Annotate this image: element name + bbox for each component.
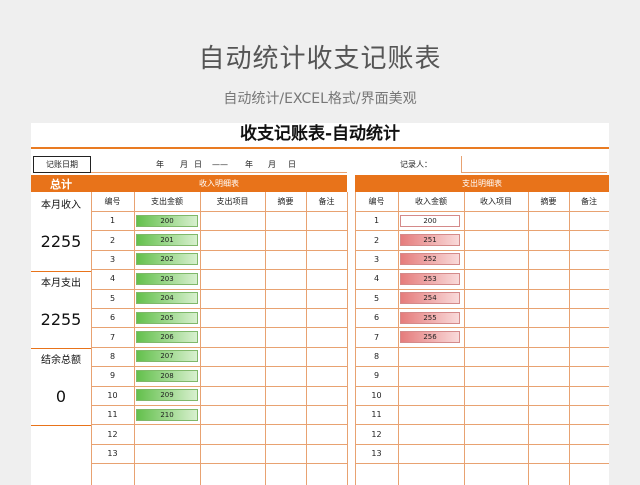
date-part: 年 (245, 160, 253, 169)
row-number: 1 (109, 216, 116, 226)
column-header: 收入项目 (480, 197, 512, 206)
grid-line (464, 192, 465, 485)
row-number: 12 (371, 429, 382, 439)
amount-bar[interactable]: 202 (136, 253, 198, 266)
expense-total-value: 2255 (40, 310, 82, 329)
row-number: 3 (373, 254, 380, 264)
amount-bar[interactable]: 256 (400, 330, 460, 343)
amount-bar[interactable]: 201 (136, 233, 198, 246)
summary-divider (31, 348, 91, 349)
row-number: 10 (371, 390, 382, 400)
grid-line (398, 192, 399, 485)
row-number: 6 (109, 313, 116, 323)
column-header: 编号 (368, 197, 385, 206)
row-number: 2 (109, 235, 116, 245)
income-table-title: 收入明细表 (91, 175, 347, 192)
income-total-value: 2255 (40, 232, 82, 251)
date-part: 日 (194, 160, 202, 169)
expense-table-title: 支出明细表 (355, 175, 609, 192)
grid-line (528, 192, 529, 485)
grid-line (347, 192, 348, 485)
row-number: 10 (107, 390, 118, 400)
amount-bar[interactable]: 206 (136, 330, 198, 343)
row-number: 7 (109, 332, 116, 342)
row-number: 12 (107, 429, 118, 439)
amount-bar[interactable]: 253 (400, 272, 460, 285)
row-number: 6 (373, 313, 380, 323)
row-number: 5 (109, 293, 116, 303)
date-label: 记账日期 (46, 160, 78, 169)
title-underline (31, 147, 609, 149)
column-header: 摘要 (540, 197, 557, 206)
amount-bar[interactable]: 251 (400, 233, 460, 246)
recorder-underline (461, 172, 607, 173)
column-header: 收入金额 (415, 197, 447, 206)
amount-bar[interactable]: 209 (136, 389, 198, 402)
amount-bar[interactable]: 203 (136, 272, 198, 285)
row-number: 3 (109, 254, 116, 264)
amount-bar[interactable]: 255 (400, 311, 460, 324)
row-number: 8 (373, 351, 380, 361)
page-subtitle: 自动统计/EXCEL格式/界面美观 (223, 91, 417, 107)
amount-bar[interactable]: 204 (136, 292, 198, 305)
row-number: 4 (373, 274, 380, 284)
summary-header: 总计 (31, 175, 91, 192)
income-total-label: 本月收入 (41, 200, 81, 211)
date-underline (91, 172, 347, 173)
balance-label: 结余总额 (41, 355, 81, 366)
amount-bar[interactable]: 200 (400, 214, 460, 227)
grid-line (306, 192, 307, 485)
date-part: 日 (288, 160, 296, 169)
row-number: 2 (373, 235, 380, 245)
recorder-label: 记录人： (400, 160, 432, 169)
amount-bar[interactable]: 207 (136, 350, 198, 363)
row-number: 4 (109, 274, 116, 284)
row-number: 13 (107, 448, 118, 458)
row-number: 7 (373, 332, 380, 342)
amount-bar[interactable]: 254 (400, 292, 460, 305)
page-title: 自动统计收支记账表 (198, 44, 442, 74)
amount-bar[interactable]: 208 (136, 369, 198, 382)
grid-line (355, 463, 609, 465)
row-number: 9 (373, 371, 380, 381)
row-number: 9 (109, 371, 116, 381)
row-number: 11 (371, 410, 382, 420)
grid-line (265, 192, 266, 485)
grid-line (200, 192, 201, 485)
date-part: —— (212, 160, 228, 169)
summary-divider (31, 425, 91, 426)
row-number: 8 (109, 351, 116, 361)
spreadsheet-preview: 收支记账表-自动统计 记账日期 年月日 —— 年月日 记录人： 总计 本月收入 22… (31, 123, 609, 485)
row-number: 1 (373, 216, 380, 226)
column-header: 摘要 (277, 197, 294, 206)
column-header: 支出项目 (216, 197, 249, 206)
amount-bar[interactable]: 200 (136, 214, 198, 227)
column-header: 编号 (104, 197, 121, 206)
column-header: 支出金额 (151, 197, 183, 206)
date-part: 年 (156, 160, 164, 169)
amount-bar[interactable]: 252 (400, 253, 460, 266)
expense-total-label: 本月支出 (41, 278, 81, 289)
recorder-divider (461, 156, 462, 173)
column-header: 备注 (581, 197, 597, 206)
amount-bar[interactable]: 205 (136, 311, 198, 324)
row-number: 5 (373, 293, 380, 303)
grid-line (91, 463, 347, 465)
summary-divider (31, 271, 91, 272)
row-number: 13 (371, 448, 382, 458)
balance-value: 0 (55, 387, 67, 406)
column-header: 备注 (318, 197, 335, 206)
grid-line (134, 192, 135, 485)
sheet-title: 收支记账表-自动统计 (239, 124, 401, 144)
grid-line (569, 192, 570, 485)
date-part: 月 (268, 160, 276, 169)
amount-bar[interactable]: 210 (136, 408, 198, 421)
row-number: 11 (107, 410, 118, 420)
